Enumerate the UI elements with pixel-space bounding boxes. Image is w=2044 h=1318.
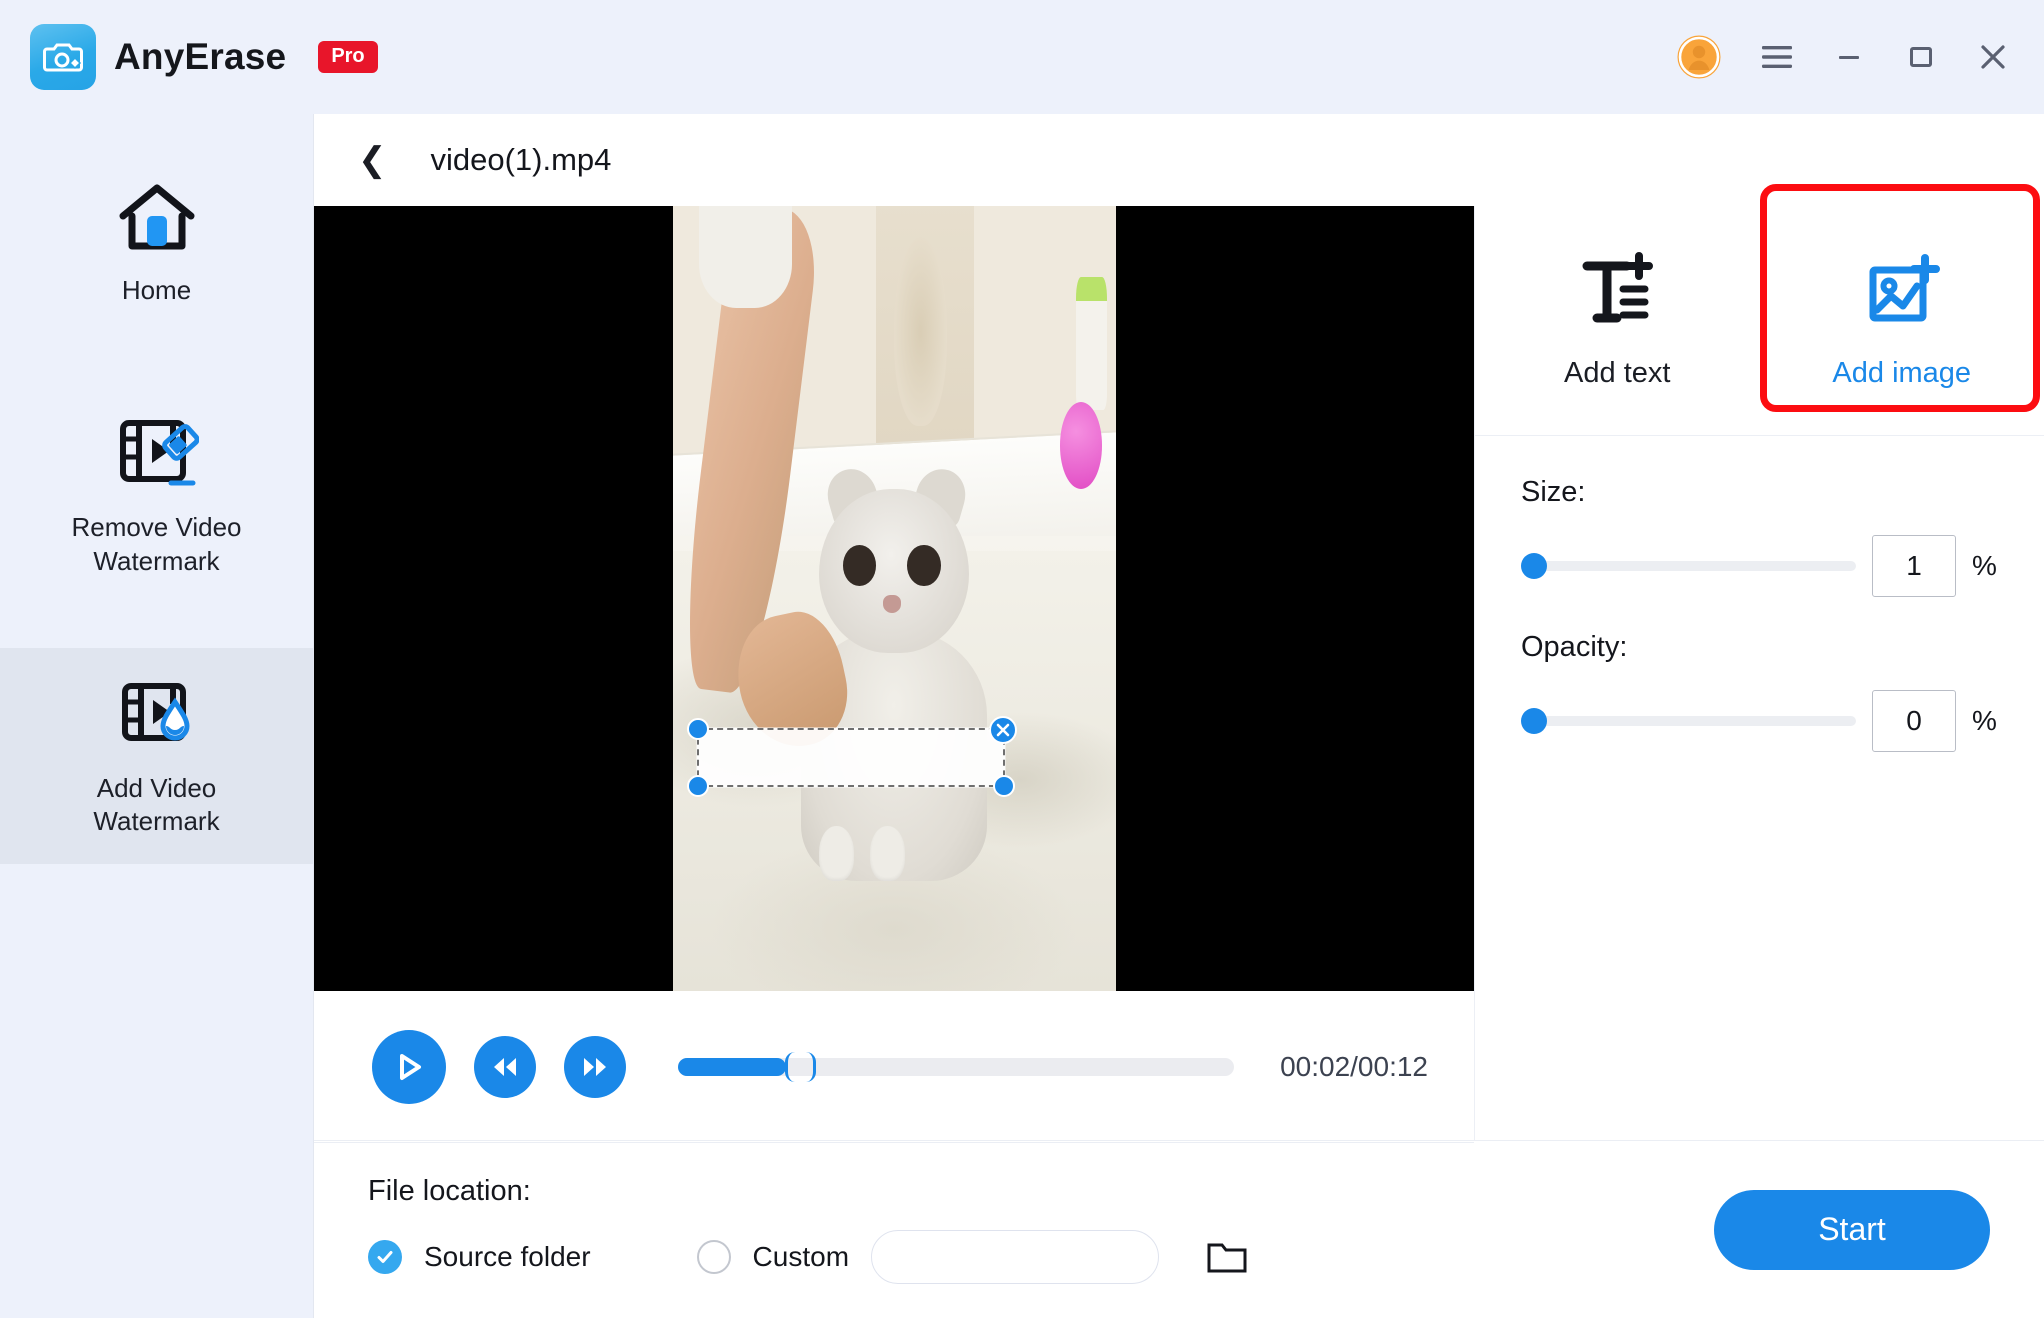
opacity-slider-row: 0 % [1521, 690, 1998, 752]
sidebar-item-label-line2: Watermark [93, 806, 220, 837]
sidebar-item-remove-video-watermark[interactable]: Remove Video Watermark [0, 387, 313, 604]
pro-badge: Pro [318, 41, 378, 73]
window-controls [1676, 34, 2020, 80]
anyerase-window: AnyErase Pro Home Remove Video Watermark… [0, 0, 2044, 1318]
tools-panel: Add text Add image Size: 1 % Opacity: 0 … [1474, 184, 2044, 1140]
tab-add-text[interactable]: Add text [1475, 206, 1760, 435]
time-display: 00:02/00:12 [1280, 1050, 1428, 1082]
opacity-unit: % [1972, 705, 1997, 736]
size-slider-row: 1 % [1521, 535, 1998, 597]
hamburger-menu-icon[interactable] [1760, 40, 1794, 74]
editor-row: 00:02/00:12 Add text Add image Size: 1 %… [314, 184, 2044, 1143]
sidebar-item-label-line2: Watermark [93, 545, 220, 576]
back-chevron-icon[interactable]: ❮ [358, 143, 387, 177]
tool-tabs: Add text Add image [1475, 184, 2044, 436]
file-location-label: File location: [368, 1175, 531, 1207]
close-watermark-icon[interactable] [988, 716, 1017, 745]
opacity-label: Opacity: [1521, 631, 1628, 663]
sidebar-item-label-line1: Add Video [96, 772, 217, 803]
brand: AnyErase Pro [30, 24, 378, 90]
trim-end-handle[interactable] [804, 1051, 816, 1082]
footer-bar: File location: Source folder Custom Star… [314, 1140, 2044, 1318]
size-unit: % [1972, 550, 1997, 581]
body: Home Remove Video Watermark Add Video Wa… [0, 114, 2044, 1318]
file-name-title: video(1).mp4 [430, 142, 612, 177]
image-settings: Size: 1 % Opacity: 0 % [1475, 436, 2044, 786]
sidebar-item-label-line1: Remove Video [71, 512, 242, 543]
main-header: ❮ video(1).mp4 [314, 114, 2044, 206]
watermark-selection-box[interactable] [686, 716, 1017, 797]
custom-label: Custom [752, 1241, 850, 1272]
tab-label: Add image [1832, 356, 1972, 389]
start-button[interactable]: Start [1714, 1189, 1990, 1270]
radio-custom[interactable] [696, 1240, 731, 1274]
player-controls: 00:02/00:12 [314, 991, 1474, 1143]
radio-source-folder[interactable] [368, 1240, 402, 1274]
size-label: Size: [1521, 476, 1586, 508]
close-icon[interactable] [1976, 40, 2010, 74]
progress-fill [678, 1057, 787, 1076]
main-content: ❮ video(1).mp4 00:02/00:12 Add text Add … [313, 114, 2044, 1318]
opacity-slider-thumb[interactable] [1521, 708, 1547, 734]
preview-column: 00:02/00:12 [314, 206, 1474, 1143]
video-frame-image [672, 206, 1116, 991]
sidebar: Home Remove Video Watermark Add Video Wa… [0, 114, 313, 1318]
camera-logo-icon [30, 24, 96, 90]
progress-track[interactable] [678, 1051, 1235, 1082]
sidebar-item-label: Home [121, 275, 192, 305]
sidebar-item-label: Remove Video Watermark [71, 511, 241, 578]
resize-handle-icon[interactable] [686, 718, 709, 741]
play-icon[interactable] [372, 1029, 446, 1104]
file-location-group: File location: Source folder Custom [368, 1175, 1249, 1284]
folder-icon[interactable] [1205, 1237, 1249, 1277]
tab-label: Add text [1564, 356, 1671, 389]
minimize-icon[interactable] [1832, 40, 1866, 74]
resize-handle-icon[interactable] [992, 774, 1015, 797]
sidebar-item-add-video-watermark[interactable]: Add Video Watermark [0, 647, 313, 865]
sidebar-item-home[interactable]: Home [0, 150, 313, 333]
add-video-watermark-icon [115, 674, 199, 758]
file-location-options: Source folder Custom [368, 1230, 1249, 1284]
tab-add-image[interactable]: Add image [1760, 184, 2044, 435]
video-preview[interactable] [672, 206, 1116, 991]
rewind-icon[interactable] [474, 1035, 536, 1098]
user-avatar-icon[interactable] [1676, 34, 1722, 80]
size-slider[interactable] [1521, 553, 1856, 579]
maximize-icon[interactable] [1904, 40, 1938, 74]
sidebar-item-label: Add Video Watermark [93, 772, 219, 839]
add-text-icon [1579, 251, 1655, 335]
size-slider-thumb[interactable] [1521, 553, 1547, 579]
home-icon [115, 176, 199, 260]
trim-start-handle[interactable] [784, 1051, 797, 1082]
opacity-value-input[interactable]: 0 [1872, 690, 1956, 752]
opacity-slider[interactable] [1521, 708, 1856, 734]
fast-forward-icon[interactable] [564, 1035, 626, 1098]
progress-bar[interactable] [678, 1051, 1235, 1082]
resize-handle-icon[interactable] [686, 774, 709, 797]
source-folder-label: Source folder [424, 1241, 591, 1272]
add-image-icon [1863, 252, 1941, 335]
custom-path-input[interactable] [871, 1230, 1160, 1284]
size-value-input[interactable]: 1 [1872, 535, 1956, 597]
app-title: AnyErase [114, 36, 287, 77]
remove-video-watermark-icon [115, 413, 199, 497]
video-stage [314, 206, 1474, 991]
title-bar: AnyErase Pro [0, 0, 2044, 114]
